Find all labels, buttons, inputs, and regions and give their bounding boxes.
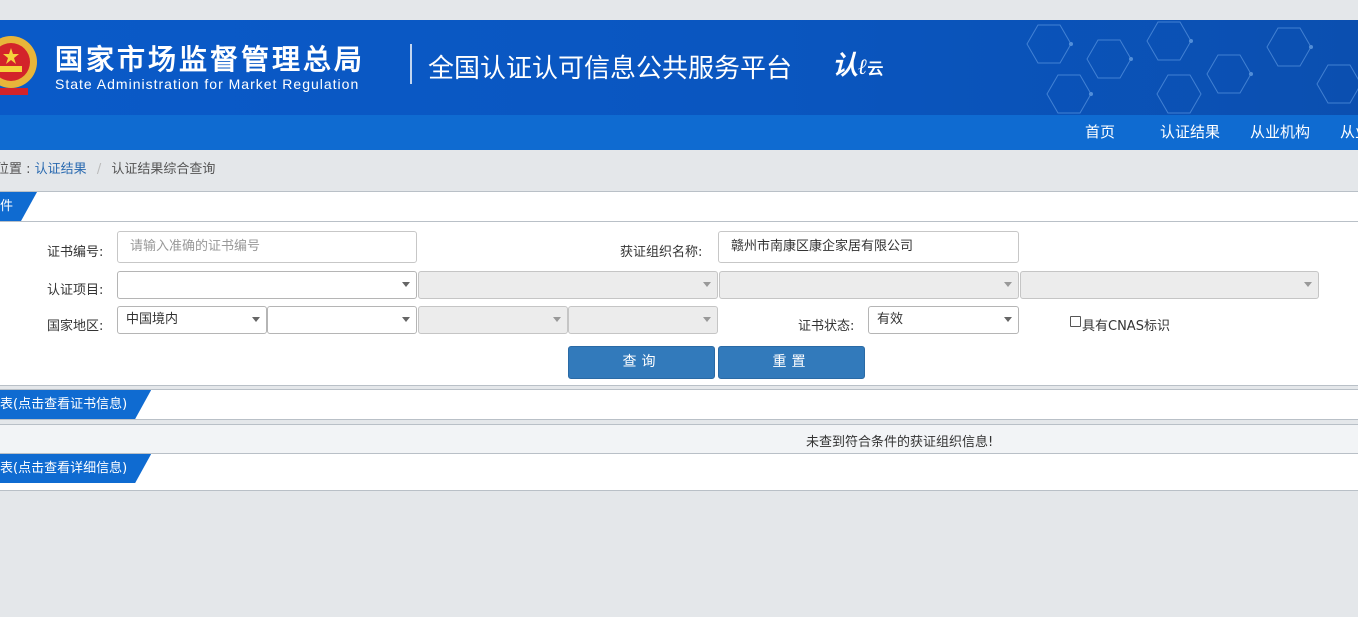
cert-no-label: 证书编号: xyxy=(47,245,104,260)
chevron-down-icon xyxy=(553,317,561,322)
divider xyxy=(0,221,1358,222)
platform-logo: 认ℓ云 xyxy=(832,51,884,81)
chevron-down-icon xyxy=(1004,317,1012,322)
cert-item-select-3[interactable] xyxy=(719,271,1019,299)
header-banner: 国家市场监督管理总局 State Administration for Mark… xyxy=(0,20,1358,115)
nav-item-practitioners[interactable]: 从业 xyxy=(1340,115,1358,150)
city-select[interactable] xyxy=(418,306,568,334)
platform-title: 全国认证认可信息公共服务平台 xyxy=(428,54,793,84)
hexagon-pattern-decoration xyxy=(1026,21,1358,114)
breadcrumb-link-cert-results[interactable]: 认证结果 xyxy=(35,162,87,177)
cert-item-select-2[interactable] xyxy=(418,271,718,299)
breadcrumb-prefix: 位置 : xyxy=(0,162,31,177)
nav-item-cert-results[interactable]: 认证结果 xyxy=(1160,115,1220,150)
chevron-down-icon xyxy=(402,282,410,287)
chevron-down-icon xyxy=(1004,282,1012,287)
nav-item-institutions[interactable]: 从业机构 xyxy=(1250,115,1310,150)
cert-list-panel: 表(点击查看证书信息) xyxy=(0,389,1358,420)
status-label: 证书状态: xyxy=(798,319,855,334)
nav-item-home[interactable]: 首页 xyxy=(1085,115,1115,150)
org-name-label: 获证组织名称: xyxy=(620,245,703,260)
breadcrumb: 位置 : 认证结果 / 认证结果综合查询 xyxy=(0,158,215,177)
platform-logo-sub: 云 xyxy=(867,59,884,78)
chevron-down-icon xyxy=(703,282,711,287)
org-name-en: State Administration for Market Regulati… xyxy=(55,76,360,92)
cert-item-select-1[interactable] xyxy=(117,271,417,299)
cert-no-input[interactable]: 请输入准确的证书编号 xyxy=(117,231,417,263)
province-select[interactable] xyxy=(267,306,417,334)
district-select[interactable] xyxy=(568,306,718,334)
status-select-value: 有效 xyxy=(877,312,904,327)
top-strip xyxy=(0,0,1358,20)
country-label: 国家地区: xyxy=(47,319,104,334)
query-panel-title: 件 xyxy=(0,192,37,221)
cert-item-label: 认证项目: xyxy=(47,283,104,298)
breadcrumb-current: 认证结果综合查询 xyxy=(111,162,216,177)
empty-result-row: 未查到符合条件的获证组织信息! xyxy=(0,424,1358,454)
reset-button[interactable]: 重置 xyxy=(718,346,865,379)
chevron-down-icon xyxy=(1304,282,1312,287)
platform-logo-text: 认 xyxy=(832,51,859,81)
chevron-down-icon xyxy=(252,317,260,322)
search-button[interactable]: 查询 xyxy=(568,346,715,379)
detail-list-panel: 表(点击查看详细信息) xyxy=(0,453,1358,491)
empty-result-message: 未查到符合条件的获证组织信息! xyxy=(806,435,994,450)
cnas-checkbox[interactable] xyxy=(1070,316,1081,327)
main-nav: 首页 认证结果 从业机构 从业 xyxy=(0,115,1358,150)
chevron-down-icon xyxy=(402,317,410,322)
country-select[interactable]: 中国境内 xyxy=(117,306,267,334)
header-divider xyxy=(410,44,412,84)
cert-item-select-4[interactable] xyxy=(1020,271,1319,299)
country-select-value: 中国境内 xyxy=(126,312,179,327)
query-panel: 件 证书编号: 请输入准确的证书编号 获证组织名称: 赣州市南康区康企家居有限公… xyxy=(0,191,1358,386)
org-name-cn: 国家市场监督管理总局 xyxy=(55,43,366,76)
detail-list-title: 表(点击查看详细信息) xyxy=(0,454,151,483)
chevron-down-icon xyxy=(703,317,711,322)
cert-list-title: 表(点击查看证书信息) xyxy=(0,390,151,419)
national-emblem-icon xyxy=(0,36,37,95)
status-select[interactable]: 有效 xyxy=(868,306,1019,334)
cnas-label: 具有CNAS标识 xyxy=(1082,319,1170,334)
org-name-input[interactable]: 赣州市南康区康企家居有限公司 xyxy=(718,231,1019,263)
breadcrumb-separator: / xyxy=(96,162,102,177)
